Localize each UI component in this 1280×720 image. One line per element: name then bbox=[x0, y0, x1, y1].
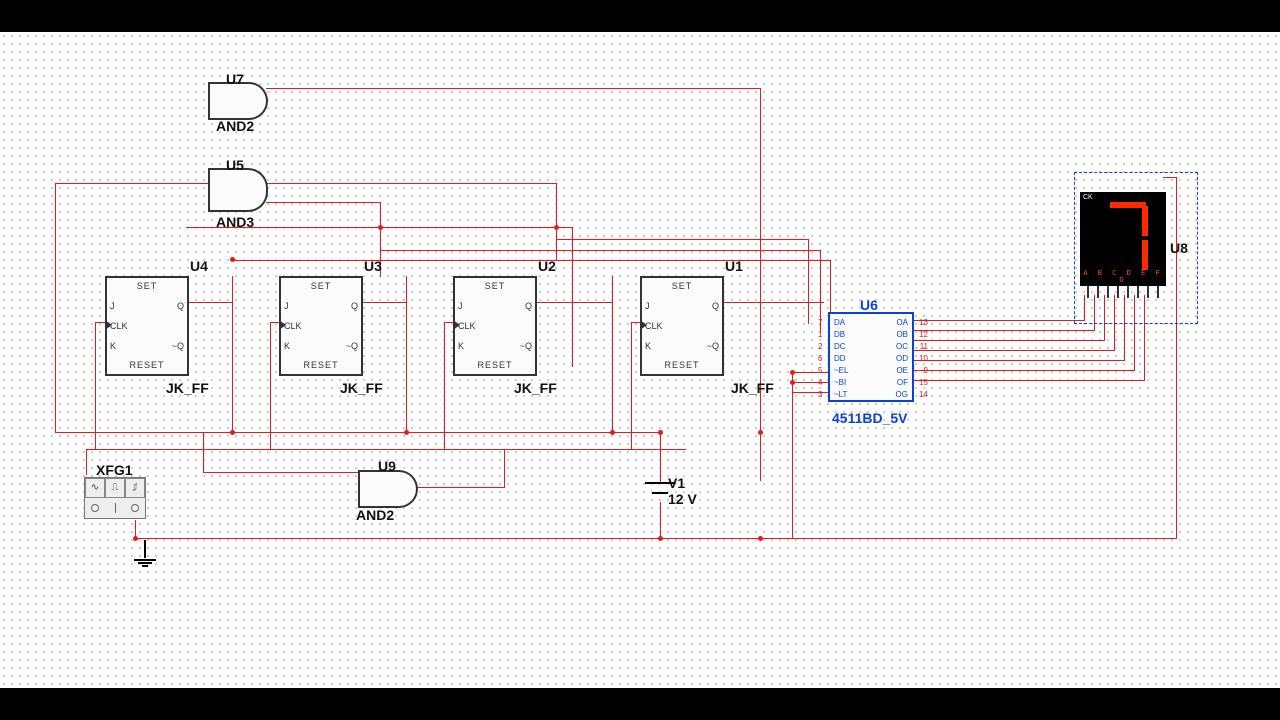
dec-num-7: 7 bbox=[818, 318, 822, 327]
ff-u3[interactable]: SET J CLK K Q ~Q RESET bbox=[279, 276, 363, 376]
u4-ref: U4 bbox=[190, 258, 208, 274]
u5-type: AND3 bbox=[216, 214, 254, 230]
ground-symbol bbox=[134, 540, 156, 568]
decoder-u6[interactable]: DA 7DB 1DC 2DD 6~EL 5~BI 4~LT 3OA 13OB 1… bbox=[828, 312, 914, 402]
segment-a bbox=[1110, 202, 1146, 208]
u1-ref: U1 bbox=[725, 258, 743, 274]
v1-value: 12 V bbox=[668, 491, 697, 507]
u6-ref: U6 bbox=[860, 297, 878, 313]
u9-type: AND2 bbox=[356, 507, 394, 523]
ff-u1[interactable]: SET J CLK K Q ~Q RESET bbox=[640, 276, 724, 376]
display-ck-label: CK bbox=[1083, 194, 1093, 201]
segment-b bbox=[1142, 206, 1148, 236]
dec-num-3: 3 bbox=[818, 390, 822, 399]
dec-pin-~EL: ~EL bbox=[834, 366, 848, 375]
u3-type: JK_FF bbox=[340, 380, 383, 396]
dec-pin-DA: DA bbox=[834, 318, 845, 327]
u1-type: JK_FF bbox=[731, 380, 774, 396]
dec-pin-~LT: ~LT bbox=[834, 390, 847, 399]
segment-letters: A B C D E F G bbox=[1080, 270, 1166, 284]
u5-ref: U5 bbox=[226, 157, 244, 173]
u2-ref: U2 bbox=[538, 258, 556, 274]
gate-u5[interactable] bbox=[208, 168, 268, 212]
gate-u9[interactable] bbox=[358, 470, 418, 508]
dec-pin-DB: DB bbox=[834, 330, 845, 339]
dec-num-10: 10 bbox=[919, 354, 928, 363]
dec-pin-~BI: ~BI bbox=[834, 378, 846, 387]
dec-pin-OD: OD bbox=[896, 354, 908, 363]
dec-num-14: 14 bbox=[919, 390, 928, 399]
dec-pin-OB: OB bbox=[896, 330, 908, 339]
dec-num-1: 1 bbox=[818, 330, 822, 339]
dec-num-4: 4 bbox=[818, 378, 822, 387]
u7-type: AND2 bbox=[216, 118, 254, 134]
ff-u2[interactable]: SET J CLK K Q ~Q RESET bbox=[453, 276, 537, 376]
segment-c bbox=[1142, 240, 1148, 270]
u9-ref: U9 bbox=[378, 458, 396, 474]
ff-u4[interactable]: SET J CLK K Q ~Q RESET bbox=[105, 276, 189, 376]
dec-num-12: 12 bbox=[919, 330, 928, 339]
u7-ref: U7 bbox=[226, 71, 244, 87]
dec-num-2: 2 bbox=[818, 342, 822, 351]
v1-ref: V1 bbox=[668, 475, 685, 491]
dec-num-5: 5 bbox=[818, 366, 822, 375]
u4-type: JK_FF bbox=[166, 380, 209, 396]
dec-pin-OC: OC bbox=[896, 342, 908, 351]
dec-num-11: 11 bbox=[920, 342, 928, 351]
dec-pin-OE: OE bbox=[896, 366, 908, 375]
function-generator[interactable]: ∿ ⎍ ⎎ bbox=[84, 477, 146, 519]
xfg1-ref: XFG1 bbox=[96, 462, 133, 478]
u8-ref: U8 bbox=[1170, 240, 1188, 256]
u2-type: JK_FF bbox=[514, 380, 557, 396]
dec-num-6: 6 bbox=[818, 354, 822, 363]
dec-pin-OA: OA bbox=[896, 318, 908, 327]
u6-type: 4511BD_5V bbox=[832, 410, 908, 426]
schematic-canvas[interactable]: U7 AND2 U5 AND3 U9 AND2 SET J CLK K Q ~Q… bbox=[0, 32, 1280, 688]
dec-pin-OG: OG bbox=[896, 390, 908, 399]
u3-ref: U3 bbox=[364, 258, 382, 274]
dec-num-13: 13 bbox=[919, 318, 928, 327]
dec-num-15: 15 bbox=[919, 378, 928, 387]
dec-num-9: 9 bbox=[924, 366, 928, 375]
dec-pin-OF: OF bbox=[897, 378, 908, 387]
dec-pin-DD: DD bbox=[834, 354, 846, 363]
dec-pin-DC: DC bbox=[834, 342, 846, 351]
seven-seg-display[interactable]: CK A B C D E F G bbox=[1080, 192, 1166, 286]
gate-u7[interactable] bbox=[208, 82, 268, 120]
